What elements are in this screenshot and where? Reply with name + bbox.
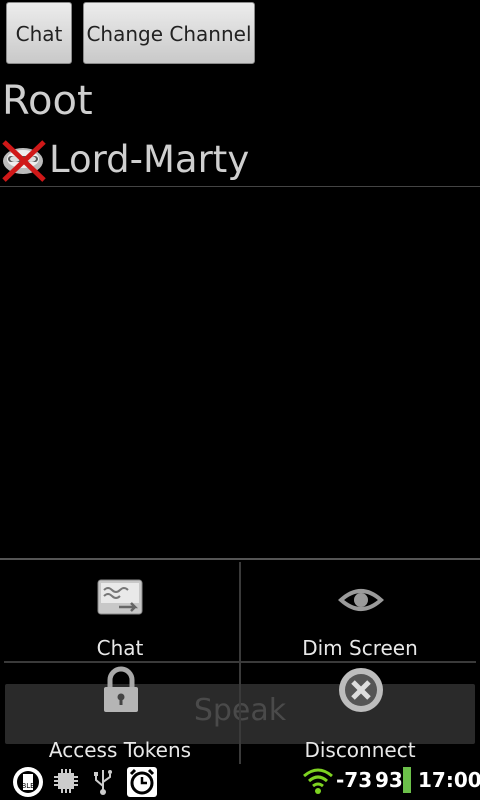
battery-level: 93: [375, 768, 403, 792]
change-channel-button[interactable]: Change Channel: [83, 2, 255, 64]
svg-text:BLE: BLE: [21, 782, 34, 790]
wifi-signal-value: -73: [336, 768, 373, 792]
ble-icon: BLE: [13, 767, 43, 797]
menu-item-label: Access Tokens: [48, 738, 192, 762]
menu-item-access-tokens[interactable]: Access Tokens: [1, 664, 239, 764]
menu-item-disconnect[interactable]: Disconnect: [241, 664, 479, 764]
menu-item-dim-screen[interactable]: Dim Screen: [241, 562, 479, 662]
menu-item-label: Chat: [96, 636, 144, 660]
menu-item-chat[interactable]: Chat: [1, 562, 239, 662]
user-row[interactable]: Lord-Marty: [0, 136, 480, 187]
chat-button[interactable]: Chat: [6, 2, 72, 64]
top-toolbar: Chat Change Channel: [0, 0, 480, 68]
muted-deafened-icon: [2, 140, 46, 182]
lock-icon: [104, 666, 138, 712]
chat-icon: [97, 579, 143, 615]
clock: 17:00: [418, 768, 480, 792]
user-name: Lord-Marty: [49, 138, 250, 181]
menu-item-label: Dim Screen: [302, 636, 418, 660]
status-bar: BLE -73 93 17:00: [0, 764, 480, 800]
battery-icon: [403, 767, 411, 793]
close-circle-icon: [339, 668, 383, 712]
options-menu: Speak Chat Dim Screen Access Tokens Disc…: [0, 558, 480, 766]
eye-icon: [338, 589, 384, 611]
chip-icon: [54, 769, 78, 793]
wifi-icon: [303, 768, 333, 794]
menu-item-label: Disconnect: [304, 738, 416, 762]
alarm-icon: [127, 767, 157, 797]
usb-icon: [94, 770, 112, 795]
channel-name[interactable]: Root: [2, 78, 93, 124]
